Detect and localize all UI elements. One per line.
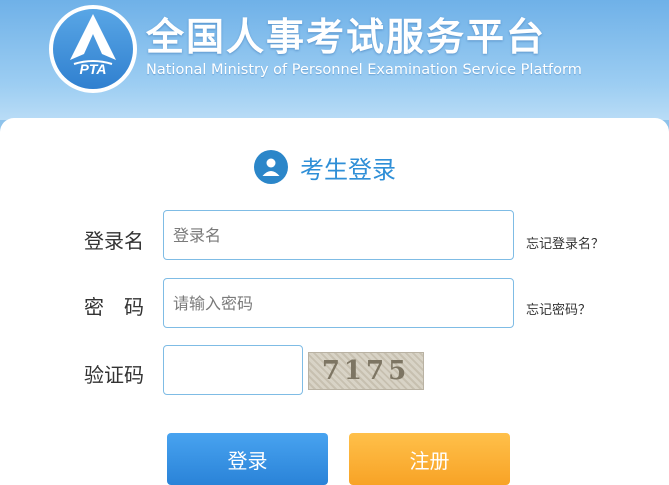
captcha-label: 验证码	[84, 363, 144, 387]
login-button[interactable]: 登录	[167, 433, 328, 485]
panel-heading: 考生登录	[254, 147, 396, 187]
site-title: 全国人事考试服务平台	[146, 15, 547, 59]
username-input[interactable]	[163, 210, 514, 260]
password-label: 密 码	[84, 295, 144, 319]
captcha-image[interactable]: 7175	[308, 352, 424, 390]
captcha-input[interactable]	[163, 345, 303, 395]
forgot-username-link[interactable]: 忘记登录名？	[526, 233, 604, 252]
logo-text: PTA	[80, 61, 107, 77]
header-banner: PTA 全国人事考试服务平台 National Ministry of Pers…	[0, 0, 669, 120]
panel-title: 考生登录	[300, 155, 396, 184]
site-subtitle: National Ministry of Personnel Examinati…	[146, 62, 582, 78]
register-button[interactable]: 注册	[349, 433, 510, 485]
user-icon	[254, 150, 288, 184]
password-input[interactable]	[163, 278, 514, 328]
forgot-password-link[interactable]: 忘记密码？	[526, 299, 591, 318]
pta-logo: PTA	[49, 5, 137, 93]
username-label: 登录名	[84, 229, 144, 253]
